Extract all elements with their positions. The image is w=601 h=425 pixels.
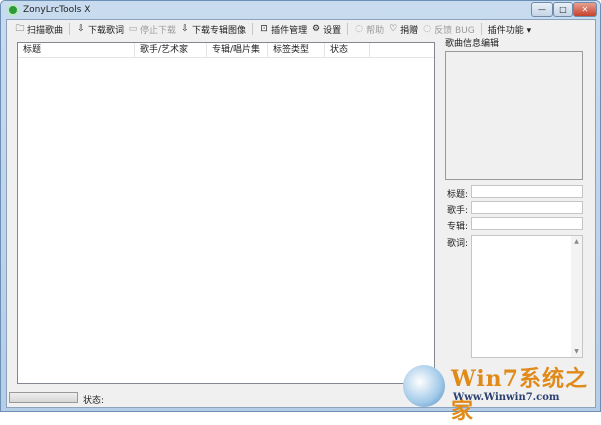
close-button[interactable]: ✕ — [573, 2, 597, 17]
chat-icon: ◌ — [423, 24, 432, 34]
briefcase-icon: ⊡ — [260, 24, 268, 34]
panel-title: 歌曲信息编辑 — [445, 39, 500, 49]
toolbar-separator — [480, 23, 482, 35]
title-input[interactable] — [471, 185, 583, 198]
maximize-button[interactable]: □ — [553, 2, 573, 17]
artist-label: 歌手: — [447, 206, 469, 216]
toolbar-button-0[interactable]: 🗀 扫描歌曲 — [15, 21, 63, 37]
title-bar: ZonyLrcTools X — □ ✕ — [1, 1, 600, 19]
toolbar-separator — [252, 23, 254, 35]
status-label: 状态: — [83, 396, 105, 406]
column-artist[interactable]: 歌手/艺术家 — [135, 43, 207, 57]
lyrics-label: 歌词: — [447, 239, 469, 249]
app-icon — [7, 4, 19, 16]
toolbar-button-label: 捐赠 — [400, 25, 419, 36]
minimize-button[interactable]: — — [531, 2, 553, 17]
toolbar-button-3[interactable]: ⇩ 下载专辑图像 — [180, 23, 246, 36]
toolbar-button-label: 下载专辑图像 — [192, 25, 247, 36]
toolbar-button-5[interactable]: ⚙ 设置 — [311, 23, 341, 36]
toolbar-button-label: 扫描歌曲 — [27, 25, 64, 36]
toolbar-button-4[interactable]: ⊡ 插件管理 — [259, 23, 307, 36]
toolbar-button-9[interactable]: 插件功能 ▾ — [488, 23, 531, 36]
folder-icon: 🗀 — [15, 24, 25, 34]
gear-icon: ⚙ — [312, 24, 321, 34]
column-tag-type[interactable]: 标签类型 — [268, 43, 325, 57]
toolbar-button-2[interactable]: ▭ 停止下载 — [128, 23, 176, 36]
toolbar-button-6[interactable]: ◌ 帮助 — [354, 23, 384, 36]
download-icon: ⇩ — [181, 24, 189, 34]
toolbar-button-label: 插件管理 — [271, 25, 308, 36]
toolbar-button-label: 帮助 — [366, 25, 385, 36]
heart-icon: ♡ — [389, 24, 398, 34]
watermark-logo: Win7系统之家 Www.Winwin7.com — [399, 359, 599, 424]
windows-orb-icon — [403, 365, 445, 407]
toolbar-button-7[interactable]: ♡ 捐赠 — [388, 23, 418, 36]
stop-icon: ▭ — [128, 24, 138, 34]
album-cover-box — [445, 51, 583, 180]
lyrics-textarea[interactable]: ▲ ▼ — [471, 235, 583, 358]
client-area: 🗀 扫描歌曲 ⇩ 下载歌词 ▭ 停止下载 ⇩ 下载专辑图像 ⊡ 插件管理 ⚙ 设置 ◌ 帮助 ♡ 捐赠 ◌ 反馈 … — [6, 19, 596, 408]
title-label: 标题: — [447, 190, 469, 200]
chat-icon: ◌ — [355, 24, 364, 34]
toolbar-button-label: 停止下载 — [140, 25, 177, 36]
watermark-line2: Www.Winwin7.com — [453, 392, 560, 403]
progress-bar — [9, 392, 78, 403]
column-status[interactable]: 状态 — [325, 43, 370, 57]
lyrics-scrollbar[interactable]: ▲ ▼ — [571, 236, 582, 357]
column-title[interactable]: 标题 — [18, 43, 135, 57]
toolbar-button-label: 反馈 BUG — [434, 25, 475, 36]
download-icon: ⇩ — [77, 24, 85, 34]
album-label: 专辑: — [447, 222, 469, 232]
toolbar: 🗀 扫描歌曲 ⇩ 下载歌词 ▭ 停止下载 ⇩ 下载专辑图像 ⊡ 插件管理 ⚙ 设置 ◌ 帮助 ♡ 捐赠 ◌ 反馈 … — [7, 20, 595, 38]
toolbar-button-1[interactable]: ⇩ 下载歌词 — [76, 23, 124, 36]
song-list[interactable]: 标题 歌手/艺术家 专辑/唱片集 标签类型 状态 — [17, 42, 435, 384]
toolbar-separator — [69, 23, 71, 35]
toolbar-button-label: 设置 — [323, 25, 342, 36]
toolbar-button-8[interactable]: ◌ 反馈 BUG — [422, 23, 475, 36]
column-album[interactable]: 专辑/唱片集 — [207, 43, 268, 57]
list-header: 标题 歌手/艺术家 专辑/唱片集 标签类型 状态 — [18, 43, 434, 58]
album-input[interactable] — [471, 217, 583, 230]
window-title: ZonyLrcTools X — [23, 5, 91, 15]
artist-input[interactable] — [471, 201, 583, 214]
toolbar-button-label: 插件功能 ▾ — [487, 25, 532, 36]
toolbar-separator — [347, 23, 349, 35]
app-window: ZonyLrcTools X — □ ✕ 🗀 扫描歌曲 ⇩ 下载歌词 ▭ 停止下载 ⇩ 下载专… — [0, 0, 601, 424]
toolbar-button-label: 下载歌词 — [88, 25, 125, 36]
